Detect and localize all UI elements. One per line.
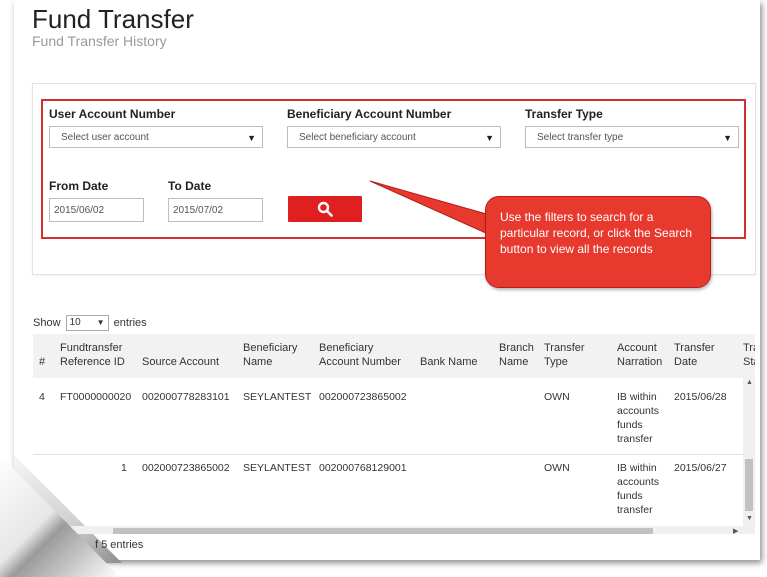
help-callout-text: Use the filters to search for a particul… — [500, 210, 693, 256]
dropdown-arrow-icon: ▼ — [96, 318, 105, 327]
page-length-value: 10 — [69, 317, 81, 328]
col-header-transfer-status[interactable]: Tra Sta — [743, 341, 755, 369]
cell-transfer-date: 2015/06/28 — [674, 391, 727, 403]
col-header-account-narration[interactable]: Account Narration — [617, 341, 672, 369]
cell-source-account: 002000778283101 — [142, 391, 230, 403]
cell-beneficiary-account: 002000723865002 — [319, 391, 407, 403]
cell-transfer-type: OWN — [544, 462, 570, 474]
col-header-number[interactable]: # — [39, 355, 45, 369]
col-header-branch-name[interactable]: Branch Name — [499, 341, 539, 369]
scroll-up-arrow-icon[interactable]: ▲ — [746, 379, 753, 386]
cell-reference: FT0000000020 — [60, 391, 132, 403]
scroll-right-arrow-icon[interactable]: ▶ — [733, 527, 738, 534]
horizontal-scrollbar-thumb[interactable] — [113, 528, 653, 534]
show-label: Show — [33, 316, 61, 329]
cell-beneficiary-name: SEYLANTEST — [243, 462, 312, 474]
vertical-scrollbar-thumb[interactable] — [745, 459, 753, 511]
page-length-select[interactable]: 10 ▼ — [65, 315, 109, 331]
cell-account-narration: IB within accounts funds transfer — [617, 462, 660, 516]
scroll-down-arrow-icon[interactable]: ▼ — [746, 515, 753, 522]
entries-label: entries — [113, 316, 147, 329]
cell-account-narration: IB within accounts funds transfer — [617, 391, 660, 445]
table-header: # Fundtransfer Reference ID Source Accou… — [33, 334, 755, 378]
col-header-beneficiary-account[interactable]: Beneficiary Account Number — [319, 341, 414, 369]
page-length-control: Show 10 ▼ entries — [33, 315, 147, 331]
cell-transfer-date: 2015/06/27 — [674, 462, 727, 474]
col-header-beneficiary-name[interactable]: Beneficiary Name — [243, 341, 303, 369]
col-header-bank-name[interactable]: Bank Name — [420, 355, 477, 369]
cell-beneficiary-account: 002000768129001 — [319, 462, 407, 474]
cell-source-account: 002000723865002 — [142, 462, 230, 474]
cell-reference: 1 — [121, 462, 127, 474]
table-row[interactable]: 1 002000723865002 SEYLANTEST 00200076812… — [33, 455, 743, 526]
col-header-source-account[interactable]: Source Account — [142, 355, 219, 369]
cell-transfer-type: OWN — [544, 391, 570, 403]
col-header-transfer-type[interactable]: Transfer Type — [544, 341, 594, 369]
table-info: f 5 entries — [95, 539, 144, 551]
cell-beneficiary-name: SEYLANTEST — [243, 391, 312, 403]
col-header-reference[interactable]: Fundtransfer Reference ID — [60, 341, 135, 369]
col-header-transfer-date[interactable]: Transfer Date — [674, 341, 724, 369]
cell-number: 4 — [39, 391, 45, 403]
transfer-table: # Fundtransfer Reference ID Source Accou… — [33, 334, 755, 534]
table-row[interactable]: 4 FT0000000020 002000778283101 SEYLANTES… — [33, 378, 743, 454]
